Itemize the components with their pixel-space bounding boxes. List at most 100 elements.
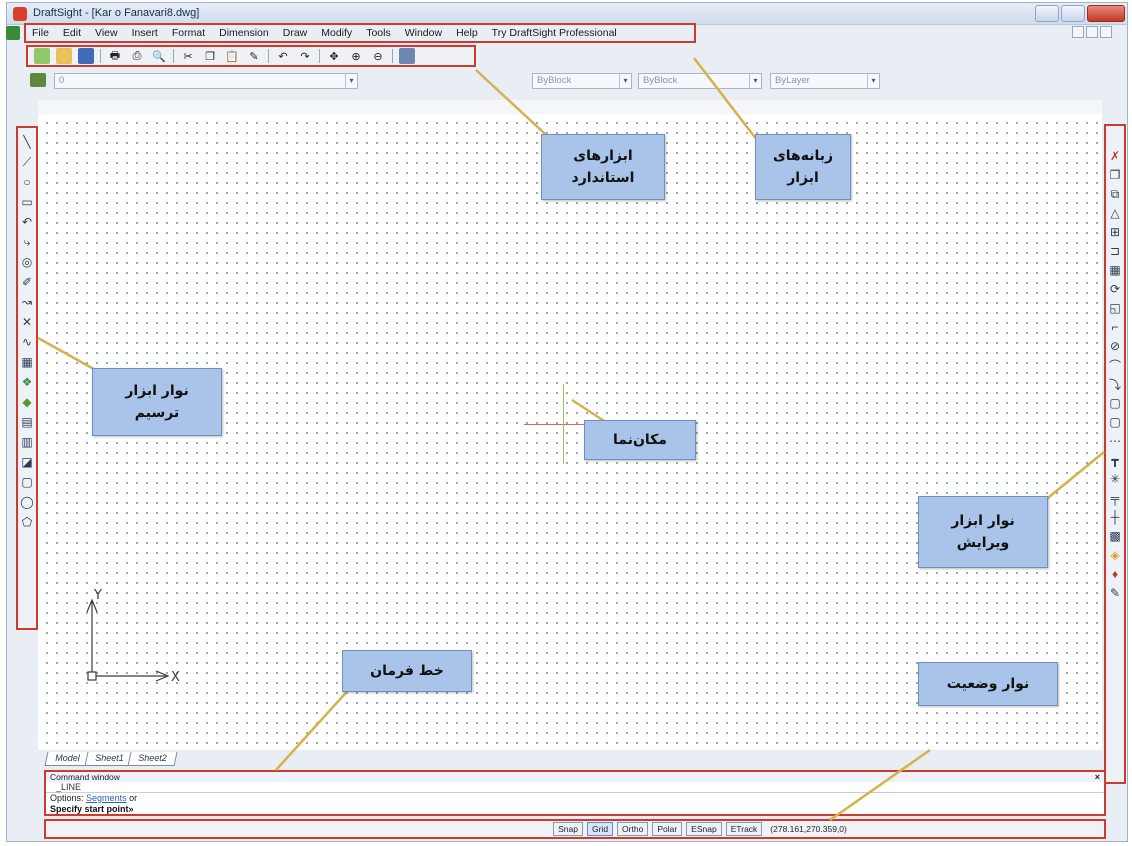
donut-icon[interactable]: ◎ [19, 254, 35, 270]
menu-view[interactable]: View [95, 27, 118, 39]
ucs-x-label: X [171, 670, 180, 685]
rectangle-icon[interactable]: ▭ [19, 194, 35, 210]
option-segments-link[interactable]: Segments [86, 793, 127, 803]
simple-note-icon[interactable]: ▥ [19, 434, 35, 450]
close-button[interactable] [1087, 5, 1125, 22]
undo-icon[interactable]: ↶ [275, 48, 291, 64]
rotate-icon[interactable]: ▦ [1107, 262, 1123, 278]
zoom-preview-icon[interactable]: 🔍 [151, 48, 167, 64]
ortho-toggle[interactable]: Ortho [617, 822, 649, 836]
cloud-icon[interactable]: ∿ [19, 334, 35, 350]
menu-tools[interactable]: Tools [366, 27, 391, 39]
color-combo[interactable]: ByBlock ▾ [532, 73, 632, 89]
paste-icon[interactable]: 📋 [224, 48, 240, 64]
offset-icon[interactable]: △ [1107, 205, 1123, 221]
split-icon[interactable]: ┳ [1107, 452, 1123, 468]
menu-window[interactable]: Window [405, 27, 442, 39]
options-prefix: Options: [50, 793, 84, 803]
tab-sheet2[interactable]: Sheet2 [127, 752, 178, 766]
line-icon[interactable]: ╲ [19, 134, 35, 150]
block-icon[interactable]: ❖ [19, 374, 35, 390]
redo-icon[interactable]: ↷ [297, 48, 313, 64]
menu-file[interactable]: File [32, 27, 49, 39]
menu-dimension[interactable]: Dimension [219, 27, 269, 39]
copy-icon[interactable]: ❐ [202, 48, 218, 64]
menu-help[interactable]: Help [456, 27, 478, 39]
point-icon[interactable]: ✕ [19, 314, 35, 330]
join-icon[interactable]: ⤵ [1107, 376, 1123, 392]
menu-insert[interactable]: Insert [132, 27, 158, 39]
tab-sheet1[interactable]: Sheet1 [84, 752, 134, 766]
layer-manager-icon[interactable] [30, 73, 46, 87]
menu-try-professional[interactable]: Try DraftSight Professional [492, 27, 617, 39]
zoom-realtime-icon[interactable]: ⊖ [370, 48, 386, 64]
print-preview-icon[interactable]: ⎙ [129, 48, 145, 64]
note-icon[interactable]: ▤ [19, 414, 35, 430]
scale-icon[interactable]: ⟳ [1107, 281, 1123, 297]
fillet-icon[interactable]: ▢ [1107, 414, 1123, 430]
save-icon[interactable] [78, 48, 94, 64]
polar-toggle[interactable]: Polar [652, 822, 683, 836]
esnap-toggle[interactable]: ESnap [686, 822, 722, 836]
palette-icon[interactable]: ♦ [1107, 566, 1123, 582]
weld-icon[interactable]: ⋯ [1107, 433, 1123, 449]
tab-model[interactable]: Model [44, 752, 91, 766]
trim-icon[interactable]: ⌐ [1107, 319, 1123, 335]
command-prompt[interactable]: Specify start point» [46, 804, 1104, 814]
maximize-button[interactable] [1061, 5, 1085, 22]
callout-menus: زبانه‌های ابزار [755, 134, 851, 200]
match-properties-icon[interactable]: ✎ [246, 48, 262, 64]
edit-spline-icon[interactable]: ┼ [1107, 509, 1123, 525]
explode-icon[interactable]: ✳ [1107, 471, 1123, 487]
menu-edit[interactable]: Edit [63, 27, 81, 39]
polygon-icon[interactable]: ⬠ [19, 514, 35, 530]
new-icon[interactable] [34, 48, 50, 64]
spline-icon[interactable]: ↝ [19, 294, 35, 310]
grid-toggle[interactable]: Grid [586, 822, 614, 836]
break-icon[interactable]: ⌒ [1107, 357, 1123, 373]
pattern-icon[interactable]: ⊞ [1107, 224, 1123, 240]
polyline-arc-icon[interactable]: ⤷ [19, 234, 35, 250]
ellipse-icon[interactable]: ◯ [19, 494, 35, 510]
delete-icon[interactable]: ✗ [1107, 148, 1123, 164]
move-icon[interactable]: ⊐ [1107, 243, 1123, 259]
doc-close-button[interactable] [1100, 26, 1112, 38]
cut-icon[interactable]: ✂ [180, 48, 196, 64]
sketch-icon[interactable]: ✐ [19, 274, 35, 290]
extend-icon[interactable]: ⊘ [1107, 338, 1123, 354]
doc-minimize-button[interactable] [1072, 26, 1084, 38]
snap-toggle[interactable]: Snap [553, 822, 583, 836]
document-icon[interactable] [6, 26, 20, 40]
mirror-icon[interactable]: ⧉ [1107, 186, 1123, 202]
layer-combo[interactable]: 0 ▾ [54, 73, 358, 89]
copy-entity-icon[interactable]: ❐ [1107, 167, 1123, 183]
menu-draw[interactable]: Draw [283, 27, 308, 39]
properties-icon[interactable]: ◈ [1107, 547, 1123, 563]
edit-polyline-icon[interactable]: ╤ [1107, 490, 1123, 506]
arc-icon[interactable]: ↶ [19, 214, 35, 230]
lineweight-combo[interactable]: ByLayer ▾ [770, 73, 880, 89]
open-icon[interactable] [56, 48, 72, 64]
infinite-line-icon[interactable]: ⟋ [19, 154, 35, 170]
circle-icon[interactable]: ○ [19, 174, 35, 190]
stretch-icon[interactable]: ◱ [1107, 300, 1123, 316]
linestyle-combo[interactable]: ByBlock ▾ [638, 73, 762, 89]
boundary-icon[interactable]: ▢ [19, 474, 35, 490]
doc-restore-button[interactable] [1086, 26, 1098, 38]
region-icon[interactable]: ◪ [19, 454, 35, 470]
menu-format[interactable]: Format [172, 27, 205, 39]
layout-icon[interactable] [399, 48, 415, 64]
menu-modify[interactable]: Modify [321, 27, 352, 39]
insert-block-icon[interactable]: ◆ [19, 394, 35, 410]
chamfer-icon[interactable]: ▢ [1107, 395, 1123, 411]
hatch-icon[interactable]: ▦ [19, 354, 35, 370]
print-icon[interactable]: 🖶 [107, 48, 123, 64]
pencil-icon[interactable]: ✎ [1107, 585, 1123, 601]
minimize-button[interactable] [1035, 5, 1059, 22]
edit-hatch-icon[interactable]: ▩ [1107, 528, 1123, 544]
zoom-window-icon[interactable]: ⊕ [348, 48, 364, 64]
toolbar-separator [100, 49, 101, 63]
close-icon[interactable]: × [1095, 772, 1100, 782]
etrack-toggle[interactable]: ETrack [725, 822, 763, 836]
pan-icon[interactable]: ✥ [326, 48, 342, 64]
